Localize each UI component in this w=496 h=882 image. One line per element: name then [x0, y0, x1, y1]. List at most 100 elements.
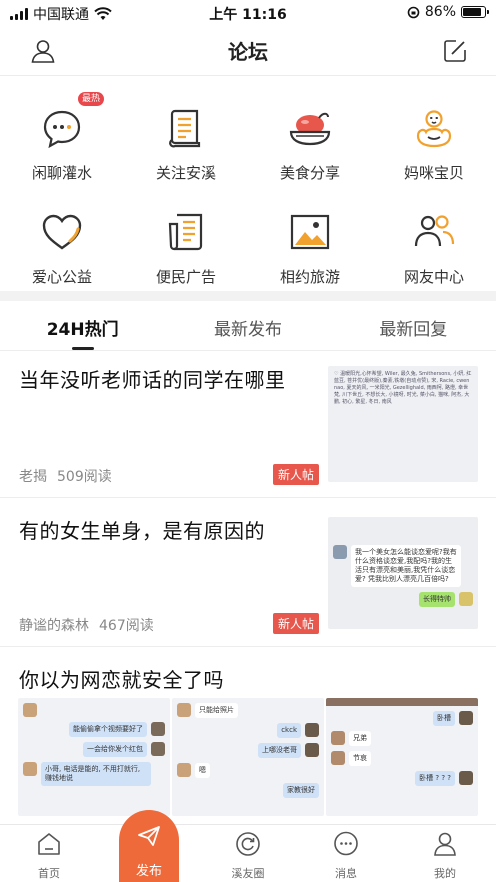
chat-message: 嗯 [177, 763, 319, 778]
post-meta: 静谧的森林 467阅读 [19, 615, 154, 635]
chat-bubble: 一会给你发个红包 [83, 742, 147, 757]
category-label: 爱心公益 [31, 268, 92, 286]
post-meta: 老揭 509阅读 [19, 466, 112, 486]
chat-bubble: 我一个美女怎么能谈恋爱呢?我有什么资格谈恋爱,我配吗?我的生活只有漂亮和美丽,我… [351, 545, 461, 587]
avatar [305, 743, 319, 757]
avatar [23, 703, 37, 717]
avatar [305, 723, 319, 737]
hot-badge: 最热 [78, 92, 105, 106]
category-users[interactable]: 网友中心 [372, 188, 496, 290]
avatar [459, 592, 473, 606]
post-title[interactable]: 当年没听老师话的同学在哪里 [19, 364, 286, 393]
post-title[interactable]: 有的女生单身，是有原因的 [19, 515, 265, 544]
rotation-lock-icon [407, 6, 420, 18]
chat-message: 能偷偷拿个视频要好了 [23, 722, 165, 737]
tab-label: 我的 [434, 867, 456, 880]
chat-message: 节哀 [331, 751, 473, 766]
chat-message: 只能给照片 [177, 703, 319, 718]
feed-tabs: 24H热门 最新发布 最新回复 [0, 301, 496, 351]
post-thumbnail: 只能给照片 ckck 上哪没老哥 嗯 家教很好 [172, 698, 324, 816]
chat-bubble: ckck [277, 723, 301, 738]
chat-bubble: 上哪没老哥 [258, 743, 301, 758]
roast-chicken-icon [289, 112, 331, 146]
avatar [151, 742, 165, 756]
circle-refresh-icon [236, 832, 260, 856]
category-grid: 最热 闲聊灌水 关注安溪 美食分享 妈咪宝贝 爱心公益 便民广告 相约旅游 网友… [0, 84, 496, 290]
chat-bubble: 能偷偷拿个视频要好了 [69, 722, 147, 737]
post-item[interactable]: 你以为网恋就安全了吗 能偷偷拿个视频要好了 一会给你发个红包 小哥, 电话是能的… [0, 648, 496, 818]
avatar [23, 762, 37, 776]
thumbnail-header [326, 698, 478, 706]
tab-messages[interactable]: 消息 [316, 831, 376, 881]
post-thumbnail: 卧槽 兄弟 节哀 卧槽 ? ? ? [326, 698, 478, 816]
send-icon [138, 826, 160, 846]
chat-message: 一会给你发个红包 [23, 742, 165, 757]
category-anxi[interactable]: 关注安溪 [124, 84, 248, 188]
tab-mine[interactable]: 我的 [415, 831, 475, 881]
avatar [333, 545, 347, 559]
battery-percent: 86% [424, 4, 456, 20]
battery-icon [461, 6, 489, 18]
category-charity[interactable]: 爱心公益 [0, 188, 124, 290]
category-label: 妈咪宝贝 [403, 164, 464, 182]
chat-bubble: 只能给照片 [195, 703, 238, 718]
bottom-tab-bar: 首页 溪友圈 消息 我的 [0, 824, 496, 882]
home-icon [38, 833, 60, 855]
nav-bar: 论坛 [0, 26, 496, 76]
chat-bubble-icon [43, 110, 81, 149]
category-chat[interactable]: 最热 闲聊灌水 [0, 84, 124, 188]
tab-home[interactable]: 首页 [19, 831, 79, 881]
chat-message: 家教很好 [177, 783, 319, 798]
category-label: 闲聊灌水 [31, 164, 92, 182]
page-title: 论坛 [228, 40, 268, 64]
post-reads: 467阅读 [99, 618, 154, 634]
category-baby[interactable]: 妈咪宝贝 [372, 84, 496, 188]
chat-message [23, 703, 165, 717]
news-book-icon [169, 109, 201, 148]
user-icon [434, 832, 456, 856]
category-label: 网友中心 [403, 268, 464, 286]
tab-24h-hot[interactable]: 24H热门 [0, 301, 165, 350]
post-thumbnail: 我一个美女怎么能谈恋爱呢?我有什么资格谈恋爱,我配吗?我的生活只有漂亮和美丽,我… [328, 517, 478, 629]
avatar [331, 751, 345, 765]
tab-label: 首页 [38, 867, 60, 880]
post-item[interactable]: 当年没听老师话的同学在哪里 老揭 509阅读 新人帖 ♡ 温暖阳光,心怀希望, W… [0, 352, 496, 498]
publish-button[interactable]: 发布 [119, 810, 179, 882]
tab-circle[interactable]: 溪友圈 [218, 831, 278, 881]
avatar [177, 703, 191, 717]
section-divider [0, 291, 496, 301]
tab-label: 消息 [335, 867, 357, 880]
compose-icon[interactable] [442, 38, 468, 64]
chat-message: 上哪没老哥 [177, 743, 319, 758]
post-thumbnail: ♡ 温暖阳光,心怀希望, Wiler, 最久兔, Smithersons, 小妍… [328, 366, 478, 482]
post-title[interactable]: 你以为网恋就安全了吗 [19, 664, 224, 693]
users-icon [414, 215, 455, 247]
avatar [151, 722, 165, 736]
heart-icon [42, 214, 82, 250]
avatar [459, 771, 473, 785]
category-label: 关注安溪 [155, 164, 216, 182]
post-author: 老揭 [19, 469, 47, 485]
tab-latest-replies[interactable]: 最新回复 [331, 301, 496, 350]
chat-bubble: 长得特帅 [419, 592, 455, 607]
landscape-photo-icon [290, 214, 330, 250]
chat-message: 长得特帅 [333, 592, 473, 607]
chat-message: 小哥, 电话是能的, 不用打就行, 赚钱地说 [23, 762, 165, 786]
chat-bubble: 卧槽 ? ? ? [415, 771, 455, 786]
tab-latest-posts[interactable]: 最新发布 [165, 301, 330, 350]
category-travel[interactable]: 相约旅游 [248, 188, 372, 290]
category-label: 美食分享 [279, 164, 340, 182]
avatar [331, 731, 345, 745]
category-food[interactable]: 美食分享 [248, 84, 372, 188]
category-ads[interactable]: 便民广告 [124, 188, 248, 290]
post-reads: 509阅读 [57, 469, 112, 485]
status-right: 86% [407, 4, 489, 20]
chat-bubble: 小哥, 电话是能的, 不用打就行, 赚钱地说 [41, 762, 151, 786]
category-label: 便民广告 [155, 268, 216, 286]
post-item[interactable]: 有的女生单身，是有原因的 静谧的森林 467阅读 新人帖 我一个美女怎么能谈恋爱呢… [0, 499, 496, 647]
category-label: 相约旅游 [279, 268, 340, 286]
chat-bubble: 家教很好 [283, 783, 319, 798]
notice-board-icon [168, 213, 203, 251]
chat-message: 卧槽 ? ? ? [331, 771, 473, 786]
chat-bubble: 节哀 [349, 751, 371, 766]
